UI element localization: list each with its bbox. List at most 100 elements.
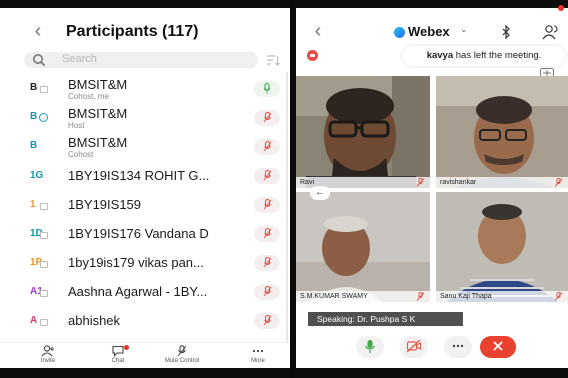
participant-row[interactable]: A1 Aashna Agarwal - 1BY... [0, 277, 290, 306]
tab-more[interactable]: More [228, 345, 288, 369]
back-button[interactable]: ‹ [28, 20, 48, 42]
mic-muted-icon[interactable] [254, 197, 280, 213]
sort-icon[interactable] [266, 54, 280, 66]
mic-muted-icon[interactable] [254, 226, 280, 242]
bottom-tab-bar: Invite Chat Mute Control More [0, 342, 290, 368]
avatar-initials: B [30, 82, 38, 93]
avatar-initials: 1G [30, 170, 44, 181]
participant-name: 1by19is179 vikas pan... [68, 255, 204, 270]
webex-logo-icon [394, 27, 405, 38]
mic-muted-icon [554, 178, 563, 187]
more-button[interactable] [444, 336, 472, 358]
chevron-down-icon[interactable]: ⌄ [460, 24, 468, 35]
mic-muted-icon [416, 178, 425, 187]
mute-button[interactable] [356, 336, 384, 358]
toast-message: has left the meeting. [455, 50, 542, 61]
video-tile[interactable]: ravishankar [436, 76, 568, 188]
mic-muted-icon[interactable] [254, 284, 280, 300]
participant-row[interactable]: 1D 1BY19IS176 Vandana D [0, 219, 290, 248]
participant-role: Cohost [68, 150, 94, 159]
app-name[interactable]: Webex [408, 24, 450, 39]
tab-label: More [251, 358, 265, 364]
toast-user: kavya [426, 50, 454, 61]
device-icon [40, 319, 48, 326]
device-icon [40, 86, 48, 93]
participant-row[interactable]: B BMSIT&M Host [0, 103, 290, 132]
tab-invite[interactable]: Invite [18, 345, 78, 369]
tile-name: S.M.KUMAR SWAMY [296, 291, 430, 302]
tile-name: Sanu Kaji Thapa [436, 291, 568, 302]
back-button[interactable]: ‹ [308, 20, 328, 42]
video-tile[interactable]: Ravi [296, 76, 430, 188]
nav-bar [296, 368, 568, 378]
tab-chat[interactable]: Chat [88, 345, 148, 369]
participant-row[interactable]: 1 1BY19IS159 [0, 190, 290, 219]
participant-row[interactable]: B BMSIT&M Cohost [0, 132, 290, 161]
webex-device-icon [39, 113, 48, 122]
avatar: 1 [30, 196, 52, 214]
participant-row[interactable]: 1P 1by19is179 vikas pan... [0, 248, 290, 277]
active-speaker-banner: Speaking: Dr. Pushpa S K [308, 312, 463, 326]
mic-muted-icon[interactable] [254, 255, 280, 271]
search-icon [33, 54, 46, 67]
participant-role: Host [68, 121, 85, 130]
bluetooth-icon[interactable] [501, 25, 511, 39]
participant-row[interactable]: A abhishek [0, 306, 290, 335]
avatar: 1P [30, 254, 52, 272]
avatar: B [30, 108, 52, 126]
meeting-header: ‹ Webex ⌄ [296, 18, 568, 46]
participant-name: BMSIT&M [68, 77, 128, 92]
participant-name: BMSIT&M [68, 135, 128, 150]
unread-badge [124, 345, 129, 350]
avatar-initials: B [30, 111, 38, 122]
status-bar [0, 0, 290, 8]
tile-name: ravishankar [436, 177, 568, 188]
video-off-icon [406, 339, 422, 353]
device-icon [40, 232, 48, 239]
recording-icon[interactable] [307, 50, 318, 61]
page-title: Participants (117) [66, 23, 199, 40]
chat-icon [112, 345, 124, 357]
participant-row[interactable]: 1G 1BY19IS134 ROHIT G... [0, 161, 290, 190]
mic-muted-icon [416, 292, 425, 301]
participants-header: ‹ Participants (117) [0, 18, 290, 46]
end-call-button[interactable] [480, 336, 516, 358]
participant-video [296, 192, 430, 302]
search-input[interactable]: Search [24, 52, 258, 68]
invite-icon [41, 345, 54, 357]
mic-muted-icon[interactable] [254, 313, 280, 329]
avatar: 1D [30, 225, 52, 243]
mic-muted-icon [554, 292, 563, 301]
participant-name: 1BY19IS159 [68, 197, 142, 212]
more-icon [452, 344, 464, 348]
avatar: B [30, 137, 52, 155]
tab-mute-control[interactable]: Mute Control [152, 345, 212, 369]
participant-name: 1BY19IS134 ROHIT G... [68, 168, 210, 183]
notification-toast: kavya has left the meeting. [403, 46, 565, 66]
participant-name: 1BY19IS176 Vandana D [68, 226, 209, 241]
avatar-initials: 1 [30, 199, 36, 210]
more-icon [252, 349, 264, 353]
notification-badge [558, 5, 564, 11]
mic-on-icon[interactable] [254, 81, 280, 97]
participant-role: Cohost, me [68, 92, 109, 101]
search-placeholder: Search [62, 53, 97, 65]
avatar-initials: A [30, 315, 38, 326]
video-tile[interactable]: Sanu Kaji Thapa [436, 192, 568, 302]
tab-label: Chat [111, 358, 125, 364]
avatar-initials: B [30, 140, 38, 151]
nav-bar [0, 368, 290, 378]
participants-icon[interactable] [542, 24, 560, 40]
mic-muted-icon[interactable] [254, 110, 280, 126]
participant-name: BMSIT&M [68, 106, 128, 121]
participant-video [436, 76, 568, 188]
video-tile[interactable]: S.M.KUMAR SWAMY [296, 192, 430, 302]
avatar: A1 [30, 283, 52, 301]
video-button[interactable] [400, 336, 428, 358]
avatar: A [30, 312, 52, 330]
arrow-left-icon[interactable]: ← [310, 186, 330, 200]
mic-muted-icon[interactable] [254, 139, 280, 155]
participant-name: Aashna Agarwal - 1BY... [68, 284, 208, 299]
mic-muted-icon[interactable] [254, 168, 280, 184]
participant-row[interactable]: B BMSIT&M Cohost, me [0, 74, 290, 103]
